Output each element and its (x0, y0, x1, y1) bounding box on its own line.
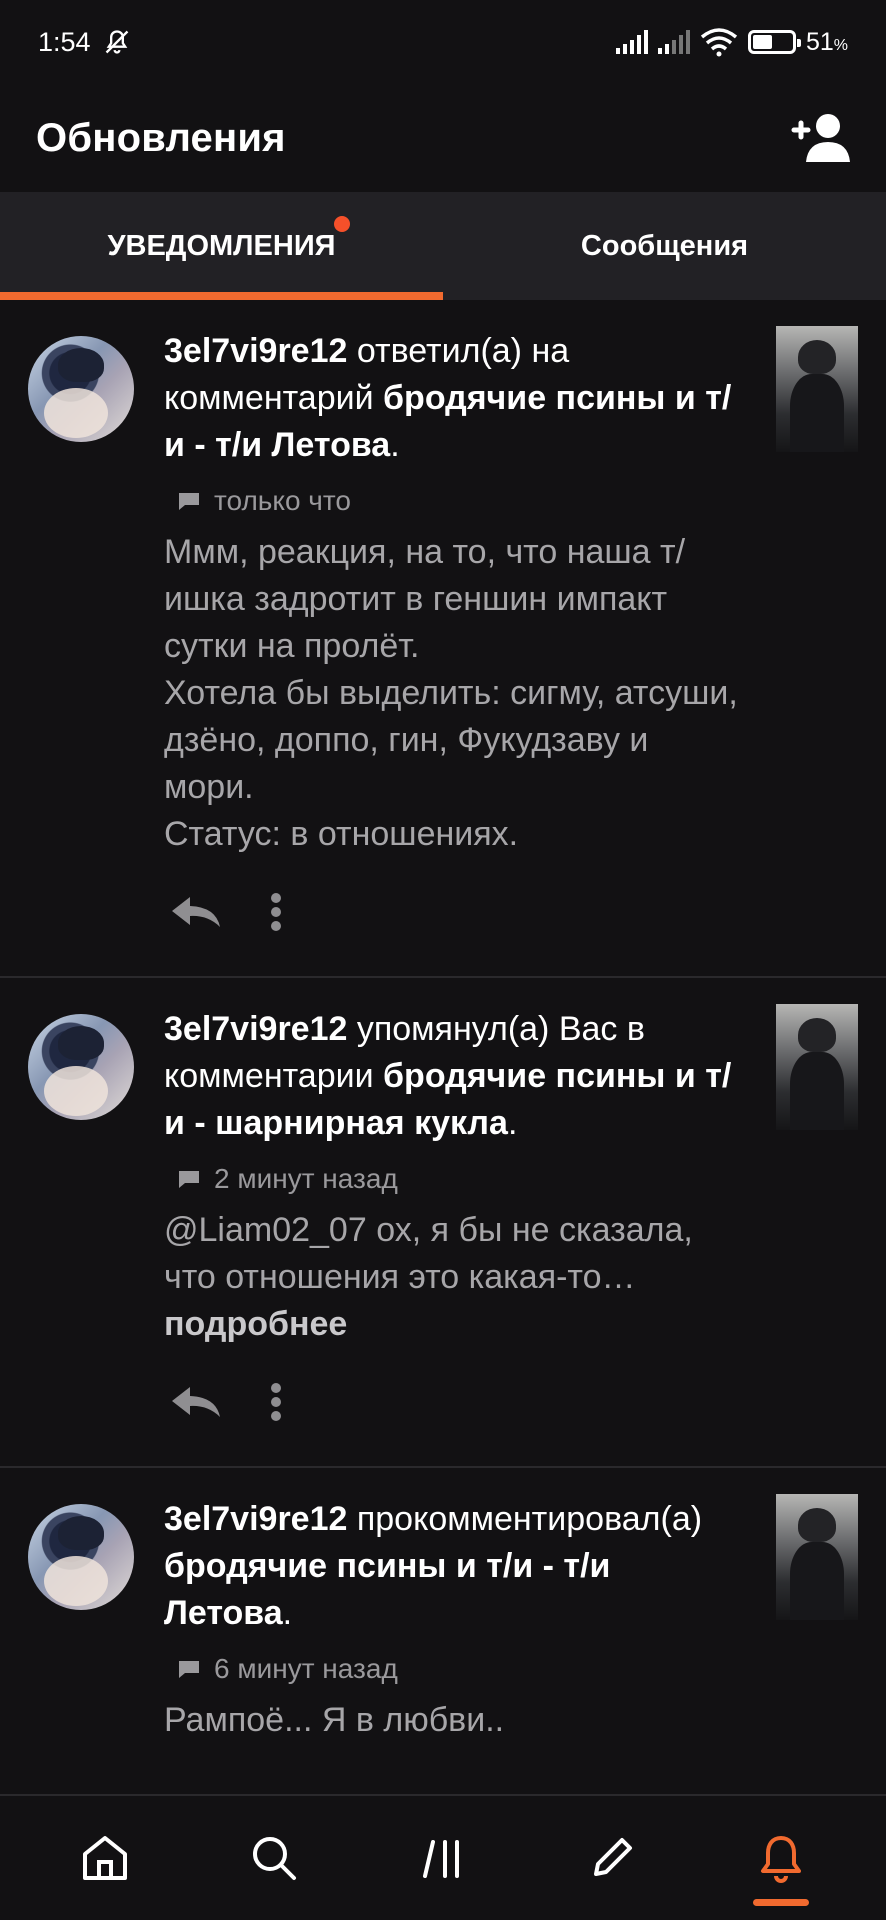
notification-title: 3el7vi9re12 упомянул(а) Вас в комментари… (164, 1010, 732, 1142)
bell-icon (761, 1836, 802, 1883)
search-icon (252, 1837, 296, 1880)
signal-2-icon (657, 30, 690, 54)
tab-label: Сообщения (580, 229, 749, 262)
nav-library[interactable] (393, 1808, 493, 1908)
tab-notifications[interactable]: УВЕДОМЛЕНИЯ (0, 192, 443, 300)
tab-label: УВЕДОМЛЕНИЯ (107, 229, 336, 262)
list-item[interactable]: 3el7vi9re12 ответил(а) на комментарий бр… (0, 300, 886, 976)
app-header: Обновления (0, 84, 886, 192)
nav-home[interactable] (55, 1808, 155, 1908)
page-title: Обновления (36, 115, 286, 160)
comment-text: Ммм, реакция, на то, что наша т/ишка зад… (164, 533, 738, 853)
nav-write[interactable] (562, 1808, 662, 1908)
comment-icon (179, 493, 199, 510)
pencil-icon (594, 1838, 633, 1876)
timestamp: только что (214, 485, 351, 516)
tab-bar: УВЕДОМЛЕНИЯ Сообщения (0, 192, 886, 300)
avatar[interactable] (28, 1014, 134, 1120)
list-item[interactable]: 3el7vi9re12 упомянул(а) Вас в комментари… (0, 976, 886, 1466)
story-cover[interactable] (776, 1004, 858, 1130)
nav-search[interactable] (224, 1808, 324, 1908)
battery-icon (747, 30, 801, 54)
battery-percent: 51% (805, 27, 848, 56)
more-options-icon[interactable] (270, 1382, 282, 1422)
notification-title: 3el7vi9re12 ответил(а) на комментарий бр… (164, 332, 732, 464)
wifi-icon (700, 28, 738, 57)
notification-list[interactable]: 3el7vi9re12 ответил(а) на комментарий бр… (0, 300, 886, 1794)
tab-messages[interactable]: Сообщения (443, 192, 886, 300)
reply-icon[interactable] (170, 1385, 222, 1419)
muted-bell-icon (105, 30, 128, 54)
username-link[interactable]: 3el7vi9re12 (164, 1500, 347, 1538)
comment-text: Рампоё... Я в любви.. (164, 1701, 505, 1739)
timestamp: 2 минут назад (214, 1163, 398, 1194)
bottom-nav (0, 1794, 886, 1920)
story-link[interactable]: бродячие псины и т/и - т/и Летова (164, 1547, 610, 1632)
signal-icon (615, 30, 648, 54)
notification-meta: 6 минут назад (178, 1649, 746, 1689)
action-row (170, 1370, 746, 1434)
notification-title: 3el7vi9re12 прокомментировал(а) бродячие… (164, 1500, 703, 1632)
timestamp: 6 минут назад (214, 1653, 398, 1684)
username-link[interactable]: 3el7vi9re12 (164, 332, 347, 370)
unread-dot (333, 215, 350, 232)
clock: 1:54 (38, 26, 91, 57)
comment-icon (179, 1171, 199, 1188)
status-bar: 1:54 51% (0, 0, 886, 84)
home-icon (82, 1836, 127, 1880)
more-options-icon[interactable] (270, 892, 282, 932)
library-icon (422, 1840, 459, 1878)
action-row (170, 880, 746, 944)
story-cover[interactable] (776, 326, 858, 452)
reply-icon[interactable] (170, 895, 222, 929)
add-user-icon[interactable] (786, 110, 852, 166)
comment-text: @Liam02_07 ох, я бы не сказала, что отно… (164, 1211, 693, 1343)
avatar[interactable] (28, 1504, 134, 1610)
notification-meta: только что (178, 481, 746, 521)
username-link[interactable]: 3el7vi9re12 (164, 1010, 347, 1048)
notification-meta: 2 минут назад (178, 1159, 746, 1199)
avatar[interactable] (28, 336, 134, 442)
comment-icon (179, 1661, 199, 1678)
story-cover[interactable] (776, 1494, 858, 1620)
nav-notifications[interactable] (731, 1808, 831, 1908)
read-more-link[interactable]: подробнее (164, 1305, 347, 1343)
list-item[interactable]: 3el7vi9re12 прокомментировал(а) бродячие… (0, 1466, 886, 1794)
